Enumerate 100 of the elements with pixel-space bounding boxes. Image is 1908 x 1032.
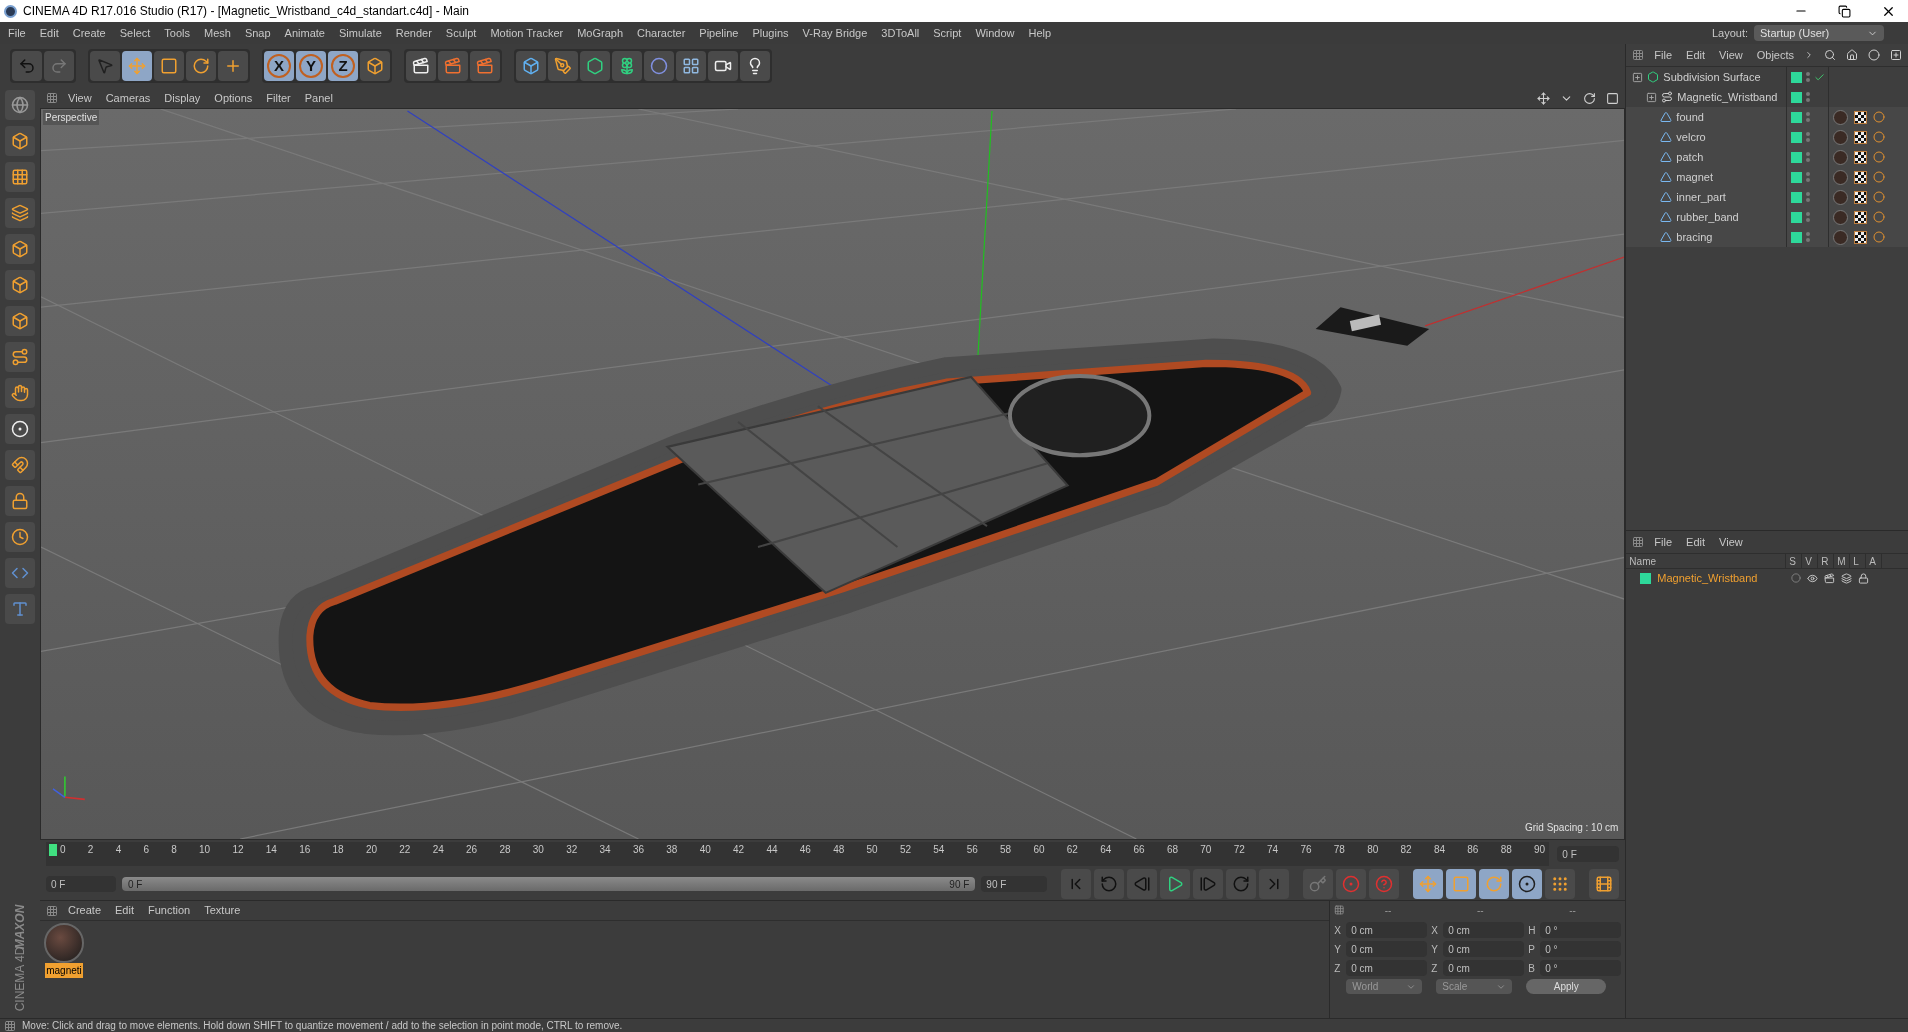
- rotate-button[interactable]: [1479, 869, 1510, 899]
- menu-item[interactable]: Edit: [39, 24, 59, 42]
- viewport-menu-item[interactable]: Cameras: [105, 89, 151, 107]
- visibility-dots[interactable]: [1806, 172, 1811, 182]
- menu-item[interactable]: Script: [933, 24, 962, 42]
- magnet-button[interactable]: [5, 450, 35, 480]
- material-tag-icon[interactable]: [1833, 189, 1849, 205]
- workplane-button[interactable]: [5, 198, 35, 228]
- viewport-canvas[interactable]: Perspective Grid Spacing : 10 cm: [40, 108, 1626, 840]
- menu-item[interactable]: Sculpt: [445, 24, 477, 42]
- axis-button[interactable]: Z: [328, 51, 358, 81]
- play-button[interactable]: [1160, 869, 1191, 899]
- menu-item[interactable]: Simulate: [338, 24, 382, 42]
- restore-button[interactable]: [1838, 3, 1851, 19]
- object-menu-item[interactable]: Objects: [1756, 46, 1794, 64]
- coordinate-field[interactable]: 0 °: [1540, 922, 1622, 938]
- go-to-end-button[interactable]: [1259, 869, 1290, 899]
- material-tag-icon[interactable]: [1833, 209, 1849, 225]
- texture-tag-icon[interactable]: [1854, 170, 1868, 184]
- redo-button[interactable]: [44, 51, 74, 81]
- object-name[interactable]: Magnetic_Wristband: [1677, 88, 1778, 106]
- menu-item[interactable]: MoGraph: [577, 24, 624, 42]
- menu-item[interactable]: Motion Tracker: [490, 24, 564, 42]
- camera-button[interactable]: [708, 51, 738, 81]
- material-tag-icon[interactable]: [1833, 109, 1849, 125]
- menu-item[interactable]: Render: [395, 24, 432, 42]
- menu-item[interactable]: Select: [119, 24, 151, 42]
- model-button[interactable]: [5, 126, 35, 156]
- points-button[interactable]: [5, 234, 35, 264]
- visibility-dots[interactable]: [1806, 92, 1811, 102]
- go-to-start-button[interactable]: [1061, 869, 1092, 899]
- texture-button[interactable]: [5, 162, 35, 192]
- axis-button[interactable]: Y: [296, 51, 326, 81]
- coordinate-field[interactable]: 0 cm: [1443, 922, 1525, 938]
- column-header[interactable]: A: [1866, 554, 1883, 568]
- pen-button[interactable]: [548, 51, 578, 81]
- visibility-dots[interactable]: [1806, 132, 1811, 142]
- menu-item[interactable]: Window: [975, 24, 1015, 42]
- layer-menu-item[interactable]: Edit: [1686, 533, 1706, 551]
- object-name[interactable]: Subdivision Surface: [1663, 68, 1761, 86]
- axis-button[interactable]: X: [264, 51, 294, 81]
- start-frame-field[interactable]: 0 F: [46, 876, 116, 892]
- object-menu-item[interactable]: Edit: [1686, 46, 1706, 64]
- visibility-dots[interactable]: [1806, 192, 1811, 202]
- material-name[interactable]: magneti: [45, 963, 83, 978]
- menu-item[interactable]: Tools: [164, 24, 190, 42]
- move-button[interactable]: [1413, 869, 1444, 899]
- material-preview-icon[interactable]: [44, 923, 84, 963]
- material-menu-item[interactable]: Edit: [115, 902, 134, 919]
- texture-tag-icon[interactable]: [1854, 130, 1868, 144]
- timeline-button[interactable]: [1589, 869, 1620, 899]
- timeline-ruler[interactable]: 0 2 4 6 8 10 12 14 16 18 20 22 24 26 28 30 32 34 36 38 40 42 44 46 48 50 52 54 56 58 60 62 64 66 68 70 72 74 76 78 80 82 84 86 88 90: [46, 842, 1550, 866]
- menu-item[interactable]: Snap: [244, 24, 271, 42]
- material-menu-item[interactable]: Create: [68, 902, 102, 919]
- material-tag-icon[interactable]: [1833, 169, 1849, 185]
- menu-item[interactable]: File: [8, 24, 26, 42]
- visibility-dots[interactable]: [1806, 212, 1811, 222]
- rotate-button[interactable]: [186, 51, 216, 81]
- edges-button[interactable]: [5, 270, 35, 300]
- light-button[interactable]: [740, 51, 770, 81]
- frame-range-slider[interactable]: 0 F 90 F: [122, 877, 976, 891]
- visibility-dots[interactable]: [1806, 152, 1811, 162]
- object-name[interactable]: patch: [1676, 148, 1704, 166]
- render-view-button[interactable]: [406, 51, 436, 81]
- coordinate-system-button[interactable]: [360, 51, 390, 81]
- menu-item[interactable]: Plugins: [752, 24, 789, 42]
- layer-menu-item[interactable]: File: [1654, 533, 1673, 551]
- material-menu-item[interactable]: Function: [148, 902, 191, 919]
- coordinate-field[interactable]: 0 cm: [1346, 941, 1428, 957]
- layer-menu-item[interactable]: View: [1719, 533, 1743, 551]
- undo-button[interactable]: [12, 51, 42, 81]
- menu-item[interactable]: Help: [1028, 24, 1052, 42]
- material-tag-icon[interactable]: [1833, 229, 1849, 245]
- texture-tag-icon[interactable]: [1854, 210, 1868, 224]
- coordinate-field[interactable]: 0 cm: [1346, 960, 1428, 976]
- column-header[interactable]: V: [1802, 554, 1819, 568]
- visibility-dots[interactable]: [1806, 112, 1811, 122]
- texture-tag-icon[interactable]: [1854, 190, 1868, 204]
- key-button[interactable]: [1303, 869, 1334, 899]
- dots-grid-button[interactable]: [1545, 869, 1576, 899]
- scale-button[interactable]: [154, 51, 184, 81]
- lock-button[interactable]: [5, 486, 35, 516]
- texture-tag-icon[interactable]: [1854, 230, 1868, 244]
- help-button[interactable]: [1369, 869, 1400, 899]
- object-menu-item[interactable]: View: [1719, 46, 1743, 64]
- menu-item[interactable]: 3DToAll: [881, 24, 920, 42]
- column-header[interactable]: S: [1786, 554, 1803, 568]
- end-frame-field[interactable]: 90 F: [981, 876, 1048, 892]
- object-name[interactable]: magnet: [1676, 168, 1714, 186]
- menu-item[interactable]: Pipeline: [699, 24, 739, 42]
- snap-button[interactable]: [5, 414, 35, 444]
- material-tag-icon[interactable]: [1833, 149, 1849, 165]
- record-button[interactable]: [1336, 869, 1367, 899]
- crosshair-button[interactable]: [218, 51, 248, 81]
- object-name[interactable]: found: [1676, 108, 1704, 126]
- scale-button[interactable]: [1446, 869, 1477, 899]
- column-header[interactable]: Name: [1626, 554, 1787, 568]
- coordinate-field[interactable]: 0 cm: [1443, 960, 1525, 976]
- cube-button[interactable]: [516, 51, 546, 81]
- visibility-dots[interactable]: [1806, 72, 1811, 82]
